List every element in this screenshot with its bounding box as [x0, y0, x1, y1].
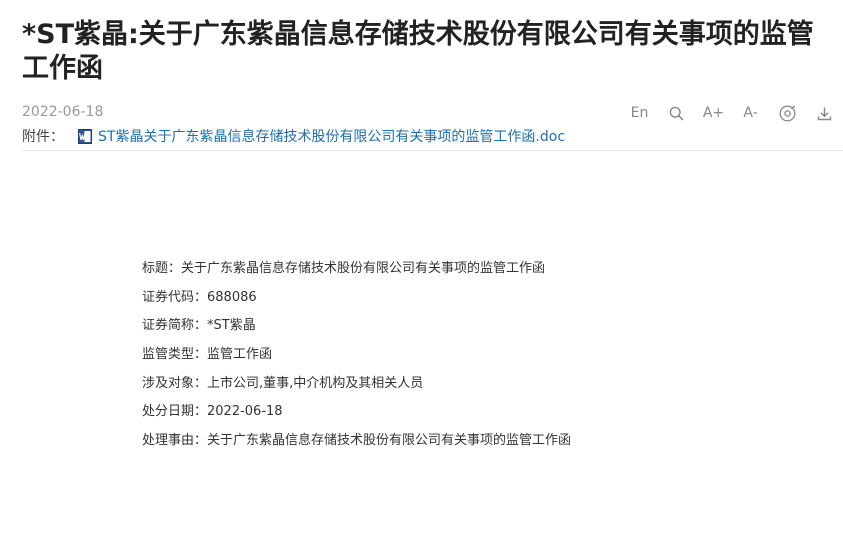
details-list: 标题：关于广东紫晶信息存储技术股份有限公司有关事项的监管工作函 证券代码：688…: [142, 258, 571, 459]
detail-label: 涉及对象：: [142, 375, 208, 391]
detail-value: 688086: [207, 289, 257, 305]
detail-label: 标题：: [142, 261, 182, 276]
attachment-label: 附件：: [22, 129, 64, 145]
detail-value: 上市公司,董事,中介机构及其相关人员: [207, 375, 424, 391]
detail-value: 关于广东紫晶信息存储技术股份有限公司有关事项的监管工作函: [181, 261, 546, 276]
detail-value: 监管工作函: [207, 347, 273, 363]
header-divider: [22, 150, 843, 151]
attachment-link[interactable]: ST紫晶关于广东紫晶信息存储技术股份有限公司有关事项的监管工作函.doc: [98, 126, 565, 146]
detail-label: 证券简称：: [142, 318, 208, 334]
font-decrease-button[interactable]: A-: [732, 101, 769, 125]
page-title: *ST紫晶:关于广东紫晶信息存储技术股份有限公司有关事项的监管工作函: [22, 19, 814, 84]
detail-row-stock-code: 证券代码：688086: [142, 287, 571, 316]
detail-row-penalty-date: 处分日期：2022-06-18: [142, 401, 571, 430]
audio-button[interactable]: [769, 101, 806, 125]
detail-label: 处分日期：: [142, 404, 208, 420]
font-increase-button[interactable]: A+: [695, 101, 732, 125]
detail-label: 监管类型：: [142, 347, 208, 363]
download-button[interactable]: [806, 101, 843, 125]
word-doc-icon: [78, 128, 92, 144]
search-icon: [669, 106, 684, 121]
audio-icon: [779, 105, 796, 122]
detail-row-supervision-type: 监管类型：监管工作函: [142, 344, 571, 373]
download-icon: [817, 106, 832, 121]
detail-row-stock-name: 证券简称：*ST紫晶: [142, 315, 571, 344]
detail-value: 2022-06-18: [207, 404, 283, 420]
detail-row-involved-parties: 涉及对象：上市公司,董事,中介机构及其相关人员: [142, 373, 571, 402]
english-toggle-button[interactable]: En: [621, 101, 658, 125]
detail-label: 处理事由：: [142, 433, 208, 449]
search-button[interactable]: [658, 101, 695, 125]
detail-row-reason: 处理事由：关于广东紫晶信息存储技术股份有限公司有关事项的监管工作函: [142, 430, 571, 459]
article-toolbar: En A+ A-: [621, 101, 843, 125]
detail-value: 关于广东紫晶信息存储技术股份有限公司有关事项的监管工作函: [207, 433, 572, 449]
attachment-row: 附件： ST紫晶关于广东紫晶信息存储技术股份有限公司有关事项的监管工作函.doc: [22, 126, 565, 146]
detail-row-title: 标题：关于广东紫晶信息存储技术股份有限公司有关事项的监管工作函: [142, 258, 571, 287]
detail-value: *ST紫晶: [207, 318, 256, 334]
publish-date: 2022-06-18: [22, 104, 104, 120]
detail-label: 证券代码：: [142, 289, 208, 305]
